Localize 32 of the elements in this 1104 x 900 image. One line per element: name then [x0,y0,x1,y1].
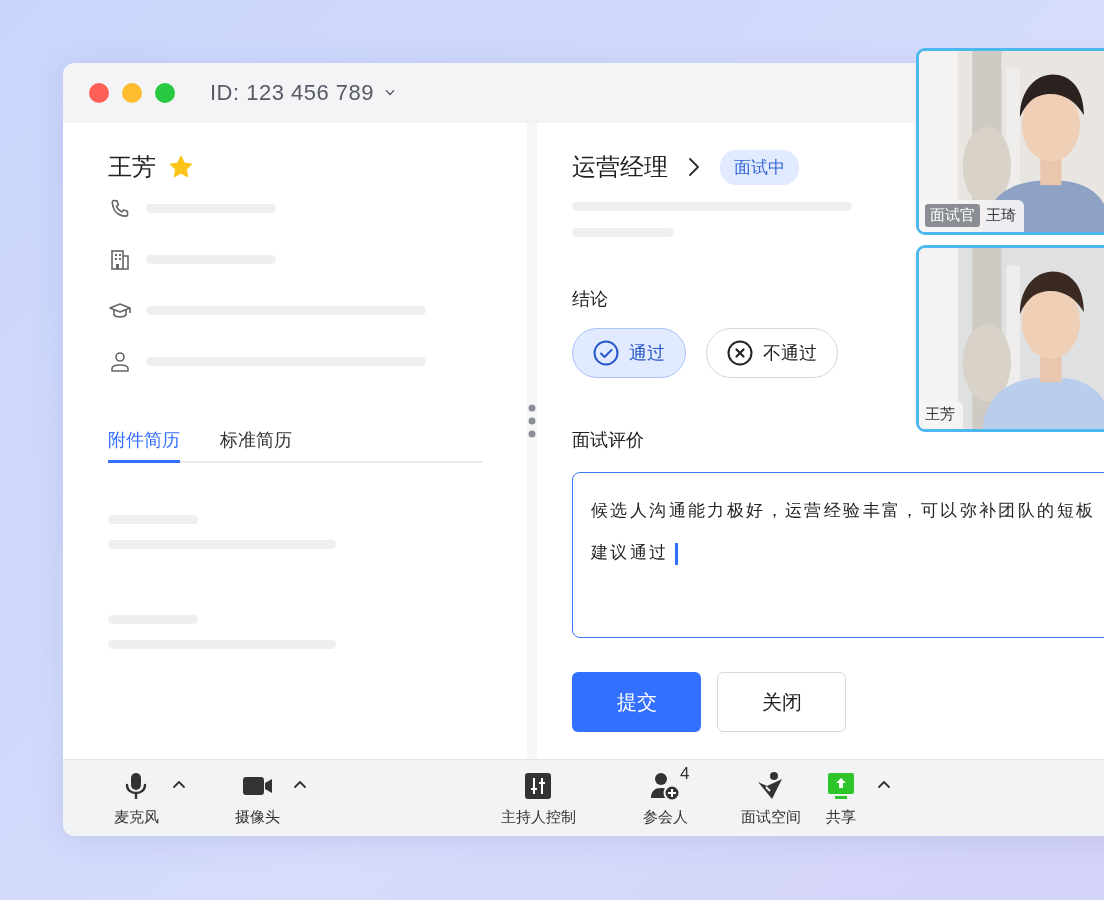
section-label: 结论 [572,288,609,311]
video-tile[interactable]: 面试官 王琦 [916,48,1104,235]
participant-name: 王芳 [925,405,955,424]
position-title: 运营经理 [572,152,668,182]
meeting-id: ID: 123 456 789 [210,80,375,106]
resume-tab[interactable]: 附件简历 [108,427,180,463]
person-icon [108,349,132,374]
toolbar-button[interactable]: 面试空间 [736,769,806,827]
drag-handle-icon[interactable] [528,403,536,439]
toolbar-button[interactable]: 摄像头 [222,769,292,827]
verdict-option[interactable]: 不通过 [706,328,838,378]
verdict-option[interactable]: 通过 [572,328,686,378]
toolbar-button[interactable]: 主持人控制 [493,769,583,827]
candidate-name: 王芳 [108,152,156,182]
resume-tab[interactable]: 标准简历 [220,427,292,463]
section-label: 面试评价 [572,429,645,452]
toolbar-button[interactable]: 共享 [806,769,876,827]
close-button[interactable] [89,83,109,103]
x-circle-icon [727,340,753,366]
close-dialog-button[interactable]: 关闭 [717,672,846,732]
participant-name: 王琦 [986,206,1016,225]
comment-field[interactable]: 候选人沟通能力极好，运营经验丰富，可以弥补团队的短板 建议通过 [572,472,1104,638]
chevron-right-icon[interactable] [686,156,702,178]
submit-button[interactable]: 提交 [572,672,701,732]
text-cursor [674,542,678,565]
check-circle-icon [593,340,619,366]
role-tag: 面试官 [925,204,980,227]
toolbar-button[interactable]: 麦克风 [101,769,171,827]
video-tile[interactable]: 王芳 [916,245,1104,432]
star-icon[interactable] [168,154,194,180]
status-tag: 面试中 [720,149,799,185]
building-icon [108,247,132,272]
